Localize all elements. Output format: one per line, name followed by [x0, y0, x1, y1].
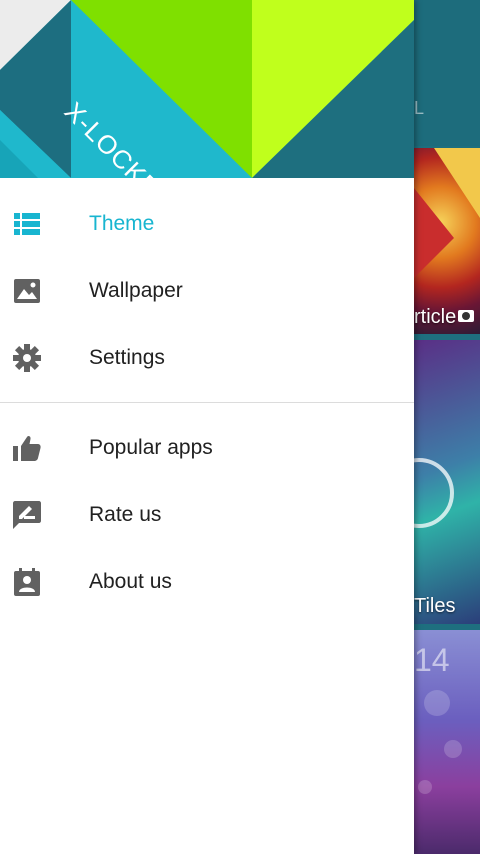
menu-item-label: Popular apps — [89, 435, 213, 459]
theme-tile-label: Tiles — [414, 595, 456, 617]
gear-icon — [13, 343, 41, 372]
menu-item-label: Settings — [89, 345, 165, 369]
theme-tile-clock[interactable]: 14 — [414, 630, 480, 854]
image-icon — [13, 277, 41, 305]
menu-item-wallpaper[interactable]: Wallpaper — [0, 257, 414, 324]
menu-item-label: About us — [89, 569, 172, 593]
background-header: L — [414, 0, 480, 146]
menu-item-about-us[interactable]: About us — [0, 548, 414, 615]
menu-item-popular-apps[interactable]: Popular apps — [0, 414, 414, 481]
menu-item-rate-us[interactable]: Rate us — [0, 481, 414, 548]
thumbs-up-icon — [13, 434, 41, 462]
rate-feedback-icon — [13, 500, 41, 529]
drawer-header: X-LOCKER — [0, 0, 414, 178]
unlock-ring-icon — [414, 458, 454, 528]
secondary-menu-group: Popular apps Rate us About us — [0, 414, 414, 615]
header-artwork — [0, 0, 414, 178]
menu-item-label: Wallpaper — [89, 278, 183, 302]
background-content: L rticle Tiles 14 — [414, 0, 480, 854]
theme-tile-particle[interactable]: rticle — [414, 148, 480, 334]
theme-tile-label: 14 — [414, 642, 450, 678]
navigation-drawer: X-LOCKER Theme Wallpaper Settings Popula… — [0, 0, 414, 854]
theme-tile-label: rticle — [414, 306, 457, 328]
camera-icon — [458, 310, 474, 322]
drawer-menu: Theme Wallpaper Settings Popular apps Ra… — [0, 178, 414, 615]
primary-menu-group: Theme Wallpaper Settings — [0, 178, 414, 391]
menu-item-settings[interactable]: Settings — [0, 324, 414, 391]
contact-card-icon — [13, 567, 41, 596]
menu-divider — [0, 402, 414, 403]
menu-item-theme[interactable]: Theme — [0, 190, 414, 257]
menu-item-label: Rate us — [89, 502, 162, 526]
menu-item-label: Theme — [89, 211, 155, 235]
list-icon — [13, 210, 41, 238]
background-header-edge: L — [414, 98, 425, 118]
theme-tile-tiles[interactable]: Tiles — [414, 340, 480, 624]
